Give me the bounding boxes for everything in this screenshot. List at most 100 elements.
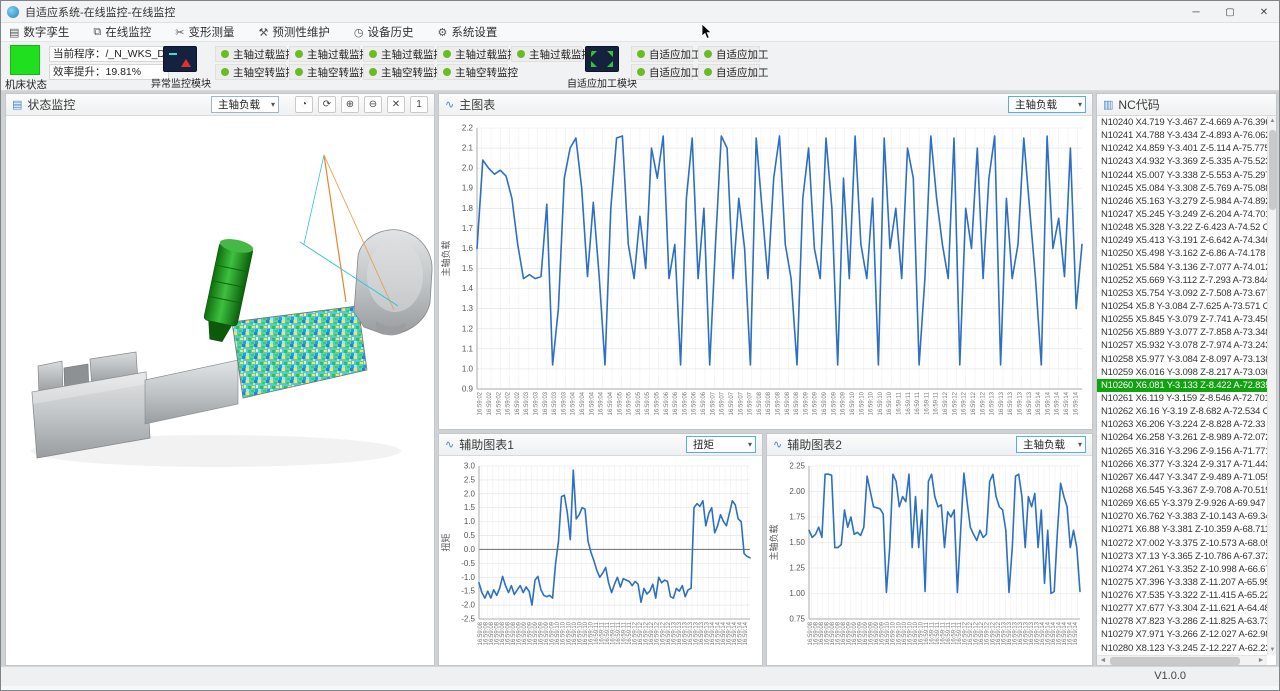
nc-line[interactable]: N10269 X6.65 Y-3.379 Z-9.926 A-69.947 C	[1097, 497, 1267, 510]
svg-text:16:59:05: 16:59:05	[645, 391, 651, 415]
panel-aux-chart-2: ∿ 辅助图表2 主轴负载▾ 16:59:0816:59:0816:59:0816…	[766, 433, 1093, 666]
viewport-3d[interactable]	[6, 116, 434, 665]
svg-text:1.5: 1.5	[464, 503, 476, 512]
nc-horizontal-scrollbar[interactable]: ◄ ►	[1097, 655, 1267, 665]
nc-line[interactable]: N10259 X6.016 Y-3.098 Z-8.217 A-73.036	[1097, 366, 1267, 379]
nc-line[interactable]: N10246 X5.163 Y-3.279 Z-5.984 A-74.892	[1097, 195, 1267, 208]
menu-icon-4: ⚒	[258, 26, 268, 39]
nc-line[interactable]: N10244 X5.007 Y-3.338 Z-5.553 A-75.297	[1097, 169, 1267, 182]
zoom-out-button[interactable]: ⊖	[364, 96, 382, 113]
chevron-down-icon: ▾	[1078, 440, 1082, 449]
scroll-down-icon[interactable]: ▼	[1268, 645, 1276, 655]
nc-line[interactable]: N10243 X4.932 Y-3.369 Z-5.335 A-75.523	[1097, 155, 1267, 168]
nc-line[interactable]: N10270 X6.762 Y-3.383 Z-10.143 A-69.34	[1097, 510, 1267, 523]
menu-item-label: 数字孪生	[23, 24, 69, 40]
menu-bar: ▤数字孪生 ⧉在线监控 ✂变形测量 ⚒预测性维护 ◷设备历史 ⚙系统设置	[1, 23, 1280, 42]
badge-spindle-overload-5: 主轴过载监控	[511, 46, 582, 62]
nc-line[interactable]: N10253 X5.754 Y-3.092 Z-7.508 A-73.677	[1097, 287, 1267, 300]
badge-adaptive-1: 自适应加工	[631, 46, 693, 62]
svg-text:16:59:14: 16:59:14	[1073, 621, 1079, 645]
status-dot-icon	[295, 68, 303, 76]
badge-adaptive-3: 自适应加工	[631, 64, 693, 80]
abnormal-monitor-label: 异常监控模块	[143, 75, 219, 90]
nc-vertical-scrollbar[interactable]: ▲ ▼	[1267, 116, 1276, 655]
maximize-button[interactable]: ▢	[1213, 1, 1247, 23]
scroll-up-icon[interactable]: ▲	[1268, 116, 1276, 126]
badge-label: 主轴过载监控	[455, 47, 518, 62]
nc-line[interactable]: N10276 X7.535 Y-3.322 Z-11.415 A-65.22	[1097, 589, 1267, 602]
nc-line[interactable]: N10267 X6.447 Y-3.347 Z-9.489 A-71.055	[1097, 471, 1267, 484]
nc-line[interactable]: N10245 X5.084 Y-3.308 Z-5.769 A-75.088	[1097, 182, 1267, 195]
aux2-signal-dropdown[interactable]: 主轴负载▾	[1016, 436, 1086, 453]
nc-line[interactable]: N10248 X5.328 Y-3.22 Z-6.423 A-74.52 C	[1097, 221, 1267, 234]
scroll-left-icon[interactable]: ◄	[1097, 656, 1109, 665]
nc-hscroll-thumb[interactable]	[1110, 657, 1240, 665]
status-signal-dropdown[interactable]: 主轴负载▾	[211, 96, 279, 113]
nc-line[interactable]: N10262 X6.16 Y-3.19 Z-8.682 A-72.534 C	[1097, 405, 1267, 418]
svg-text:1.0: 1.0	[464, 517, 476, 526]
svg-text:16:59:12: 16:59:12	[980, 391, 986, 415]
svg-text:16:59:06: 16:59:06	[682, 391, 688, 415]
chart-icon: ∿	[445, 438, 454, 451]
nc-line[interactable]: N10251 X5.584 Y-3.136 Z-7.077 A-74.012	[1097, 261, 1267, 274]
nc-line[interactable]: N10264 X6.258 Y-3.261 Z-8.989 A-72.072	[1097, 431, 1267, 444]
nc-line[interactable]: N10250 X5.498 Y-3.162 Z-6.86 A-74.178 C	[1097, 247, 1267, 260]
nc-line[interactable]: N10265 X6.316 Y-3.296 Z-9.156 A-71.771	[1097, 445, 1267, 458]
svg-text:16:59:02: 16:59:02	[515, 391, 521, 415]
nc-line[interactable]: N10242 X4.859 Y-3.401 Z-5.114 A-75.775	[1097, 142, 1267, 155]
scroll-right-icon[interactable]: ►	[1255, 656, 1267, 665]
nc-line[interactable]: N10280 X8.123 Y-3.245 Z-12.227 A-62.23	[1097, 642, 1267, 655]
title-bar: 自适应系统-在线监控-在线监控 ─ ▢ ✕	[1, 1, 1280, 23]
nc-line[interactable]: N10278 X7.823 Y-3.286 Z-11.825 A-63.73	[1097, 615, 1267, 628]
zoom-in-button[interactable]: ⊕	[341, 96, 359, 113]
nc-line[interactable]: N10271 X6.88 Y-3.381 Z-10.359 A-68.711	[1097, 523, 1267, 536]
nc-line[interactable]: N10266 X6.377 Y-3.324 Z-9.317 A-71.443	[1097, 458, 1267, 471]
nc-line[interactable]: N10261 X6.119 Y-3.159 Z-8.546 A-72.701	[1097, 392, 1267, 405]
menu-item-1[interactable]: ▤数字孪生	[9, 24, 69, 40]
nc-line[interactable]: N10252 X5.669 Y-3.112 Z-7.293 A-73.844	[1097, 274, 1267, 287]
nc-line[interactable]: N10240 X4.719 Y-3.467 Z-4.669 A-76.396	[1097, 116, 1267, 129]
nc-line[interactable]: N10257 X5.932 Y-3.078 Z-7.974 A-73.243	[1097, 339, 1267, 352]
nc-line[interactable]: N10254 X5.8 Y-3.084 Z-7.625 A-73.571 C	[1097, 300, 1267, 313]
minimize-button[interactable]: ─	[1179, 1, 1213, 23]
nc-line-current[interactable]: N10260 X6.081 Y-3.133 Z-8.422 A-72.835	[1097, 379, 1267, 392]
nc-line[interactable]: N10255 X5.845 Y-3.079 Z-7.741 A-73.458	[1097, 313, 1267, 326]
menu-item-5[interactable]: ◷设备历史	[354, 24, 414, 40]
badge-adaptive-4: 自适应加工	[698, 64, 760, 80]
nc-line[interactable]: N10258 X5.977 Y-3.084 Z-8.097 A-73.138	[1097, 353, 1267, 366]
svg-text:1.00: 1.00	[789, 589, 805, 598]
menu-item-6[interactable]: ⚙系统设置	[437, 24, 497, 40]
nc-line[interactable]: N10279 X7.971 Y-3.266 Z-12.027 A-62.98	[1097, 628, 1267, 641]
badge-spindle-idle-2: 主轴空转监控	[289, 64, 360, 80]
nc-line[interactable]: N10277 X7.677 Y-3.304 Z-11.621 A-64.48	[1097, 602, 1267, 615]
fit-view-button[interactable]: ✕	[387, 96, 405, 113]
nc-line[interactable]: N10272 X7.002 Y-3.375 Z-10.573 A-68.05	[1097, 537, 1267, 550]
menu-item-4[interactable]: ⚒预测性维护	[258, 24, 329, 40]
chart-icon: ∿	[773, 438, 782, 451]
nc-line[interactable]: N10263 X6.206 Y-3.224 Z-8.828 A-72.33 C	[1097, 418, 1267, 431]
rotate-tool-button[interactable]: ⟳	[318, 96, 336, 113]
nc-line[interactable]: N10275 X7.396 Y-3.338 Z-11.207 A-65.95	[1097, 576, 1267, 589]
close-button[interactable]: ✕	[1247, 1, 1280, 23]
badge-label: 主轴过载监控	[307, 47, 370, 62]
menu-item-3[interactable]: ✂变形测量	[175, 24, 234, 40]
nc-line[interactable]: N10241 X4.788 Y-3.434 Z-4.893 A-76.062	[1097, 129, 1267, 142]
nc-vscroll-thumb[interactable]	[1269, 130, 1276, 210]
abnormal-monitor-icon[interactable]	[163, 46, 197, 72]
badge-spindle-overload-1: 主轴过载监控	[215, 46, 286, 62]
menu-item-2[interactable]: ⧉在线监控	[93, 24, 151, 40]
nc-line[interactable]: N10273 X7.13 Y-3.365 Z-10.786 A-67.372	[1097, 550, 1267, 563]
nc-line[interactable]: N10274 X7.261 Y-3.352 Z-10.998 A-66.67	[1097, 563, 1267, 576]
aux1-signal-dropdown[interactable]: 扭矩▾	[686, 436, 756, 453]
svg-text:16:59:11: 16:59:11	[915, 391, 921, 415]
orbit-tool-button[interactable]: ◔	[295, 96, 313, 113]
view-count-button[interactable]: 1	[410, 96, 428, 113]
svg-text:16:59:04: 16:59:04	[580, 391, 586, 415]
svg-text:16:59:14: 16:59:14	[1055, 391, 1061, 415]
nc-line[interactable]: N10249 X5.413 Y-3.191 Z-6.642 A-74.346	[1097, 234, 1267, 247]
nc-line[interactable]: N10247 X5.245 Y-3.249 Z-6.204 A-74.701	[1097, 208, 1267, 221]
status-dot-icon	[369, 68, 377, 76]
main-chart-signal-dropdown[interactable]: 主轴负载▾	[1008, 96, 1086, 113]
nc-line[interactable]: N10268 X6.545 Y-3.367 Z-9.708 A-70.519	[1097, 484, 1267, 497]
nc-line[interactable]: N10256 X5.889 Y-3.077 Z-7.858 A-73.348	[1097, 326, 1267, 339]
